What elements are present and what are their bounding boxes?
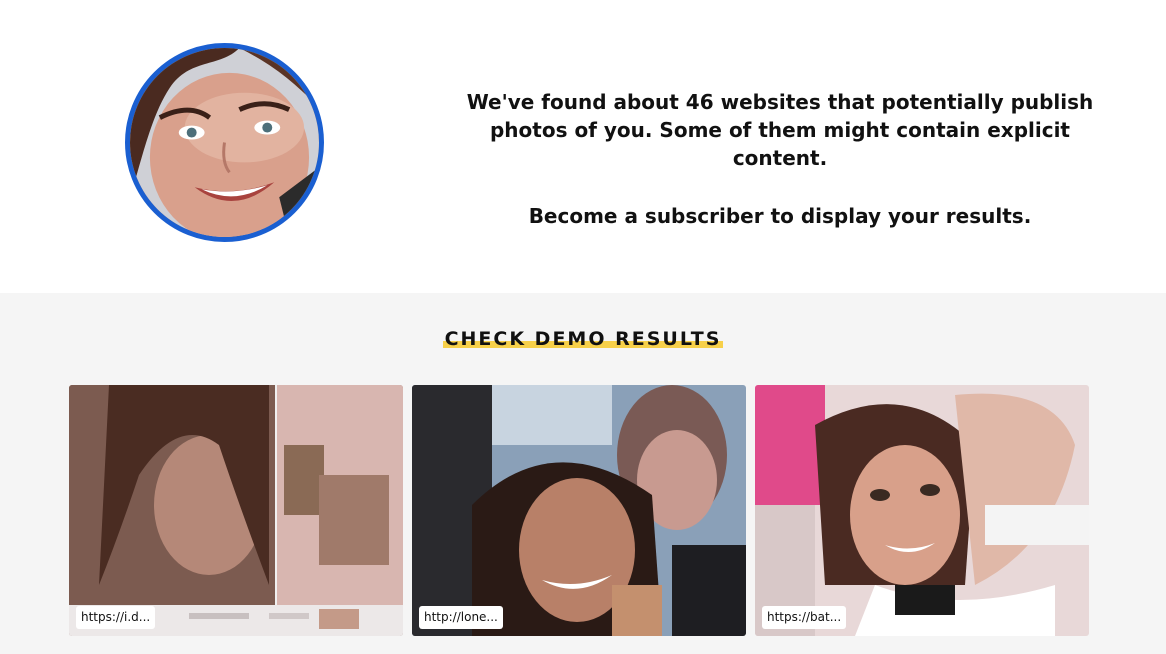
- result-url-badge[interactable]: http://lone...: [419, 606, 503, 629]
- result-url-badge[interactable]: https://i.d...: [76, 606, 156, 629]
- results-count-text: We've found about 46 websites that poten…: [466, 90, 1094, 170]
- results-message: We've found about 46 websites that poten…: [440, 88, 1120, 230]
- demo-results-grid: https://i.d... http://lone... https://ba…: [69, 385, 1089, 636]
- result-thumbnail: [755, 385, 1089, 636]
- face-photo: [130, 48, 319, 237]
- result-card[interactable]: https://i.d...: [69, 385, 403, 636]
- demo-title-text: CHECK DEMO RESULTS: [442, 328, 724, 350]
- uploaded-face-avatar: [125, 43, 324, 242]
- result-card[interactable]: http://lone...: [412, 385, 746, 636]
- demo-results-section: CHECK DEMO RESULTS https://i.d... http:/…: [0, 293, 1166, 654]
- subscribe-prompt: Become a subscriber to display your resu…: [528, 204, 1032, 228]
- demo-results-heading: CHECK DEMO RESULTS: [0, 328, 1166, 350]
- result-thumbnail: [412, 385, 746, 636]
- result-thumbnail: [69, 385, 403, 636]
- search-summary-section: We've found about 46 websites that poten…: [0, 0, 1166, 293]
- result-card[interactable]: https://bat...: [755, 385, 1089, 636]
- result-url-badge[interactable]: https://bat...: [762, 606, 847, 629]
